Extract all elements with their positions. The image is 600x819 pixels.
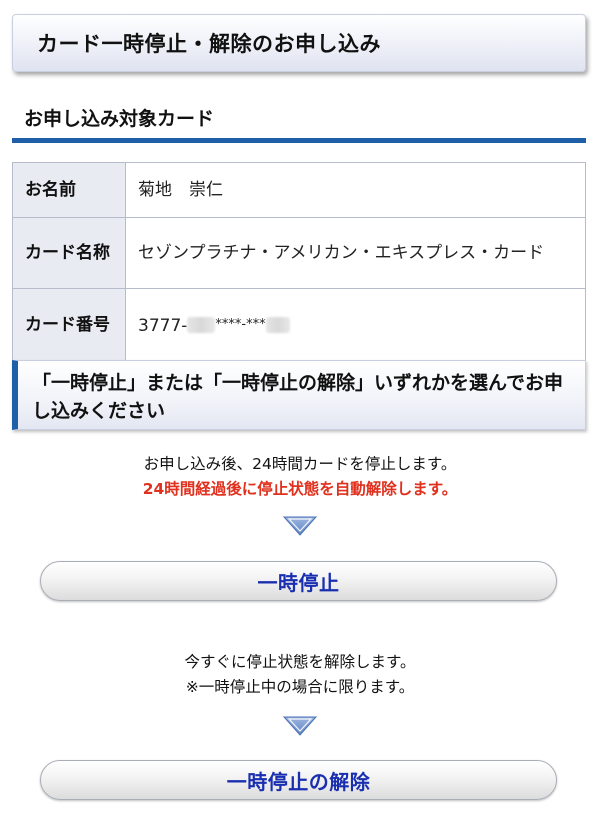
card-number-value: 3777- ****-***	[125, 288, 586, 362]
release-button[interactable]: 一時停止の解除	[40, 760, 557, 800]
table-row-card-number: カード番号 3777- ****-***	[12, 288, 586, 362]
page-title: カード一時停止・解除のお申し込み	[37, 32, 381, 56]
table-row-name: お名前 菊地 崇仁	[12, 162, 586, 218]
suspend-auto-release-note: 24時間経過後に停止状態を自動解除します。	[142, 480, 458, 498]
suspend-description: お申し込み後、24時間カードを停止します。	[143, 455, 457, 473]
choose-instruction-text: 「一時停止」または「一時停止の解除」いずれかを選んでお申し込みください	[32, 372, 564, 422]
release-condition-note: ※一時停止中の場合に限ります。	[185, 678, 415, 696]
redacted-digits	[187, 316, 216, 333]
name-value: 菊地 崇仁	[125, 162, 586, 218]
table-row-card-name: カード名称 セゾンプラチナ・アメリカン・エキスプレス・カード	[12, 217, 586, 289]
section-divider	[12, 138, 586, 143]
card-info-table: お名前 菊地 崇仁 カード名称 セゾンプラチナ・アメリカン・エキスプレス・カード…	[12, 162, 586, 362]
name-label: お名前	[12, 162, 126, 218]
card-suspend-page: カード一時停止・解除のお申し込み お申し込み対象カード お名前 菊地 崇仁 カー…	[0, 0, 600, 819]
target-card-section-title: お申し込み対象カード	[24, 108, 215, 130]
suspend-button-label: 一時停止	[257, 570, 340, 595]
card-number-prefix: 3777-	[138, 315, 188, 336]
release-button-label: 一時停止の解除	[226, 769, 371, 794]
card-name-label: カード名称	[12, 217, 126, 289]
release-description: 今すぐに停止状態を解除します。	[184, 653, 416, 671]
page-header: カード一時停止・解除のお申し込み	[12, 14, 586, 72]
card-number-masked: ****-***	[215, 316, 266, 332]
card-name-value: セゾンプラチナ・アメリカン・エキスプレス・カード	[125, 217, 586, 289]
redacted-digits-end	[265, 316, 290, 333]
suspend-button[interactable]: 一時停止	[40, 561, 557, 601]
choose-instruction: 「一時停止」または「一時停止の解除」いずれかを選んでお申し込みください	[12, 360, 586, 430]
card-number-label: カード番号	[12, 288, 126, 362]
